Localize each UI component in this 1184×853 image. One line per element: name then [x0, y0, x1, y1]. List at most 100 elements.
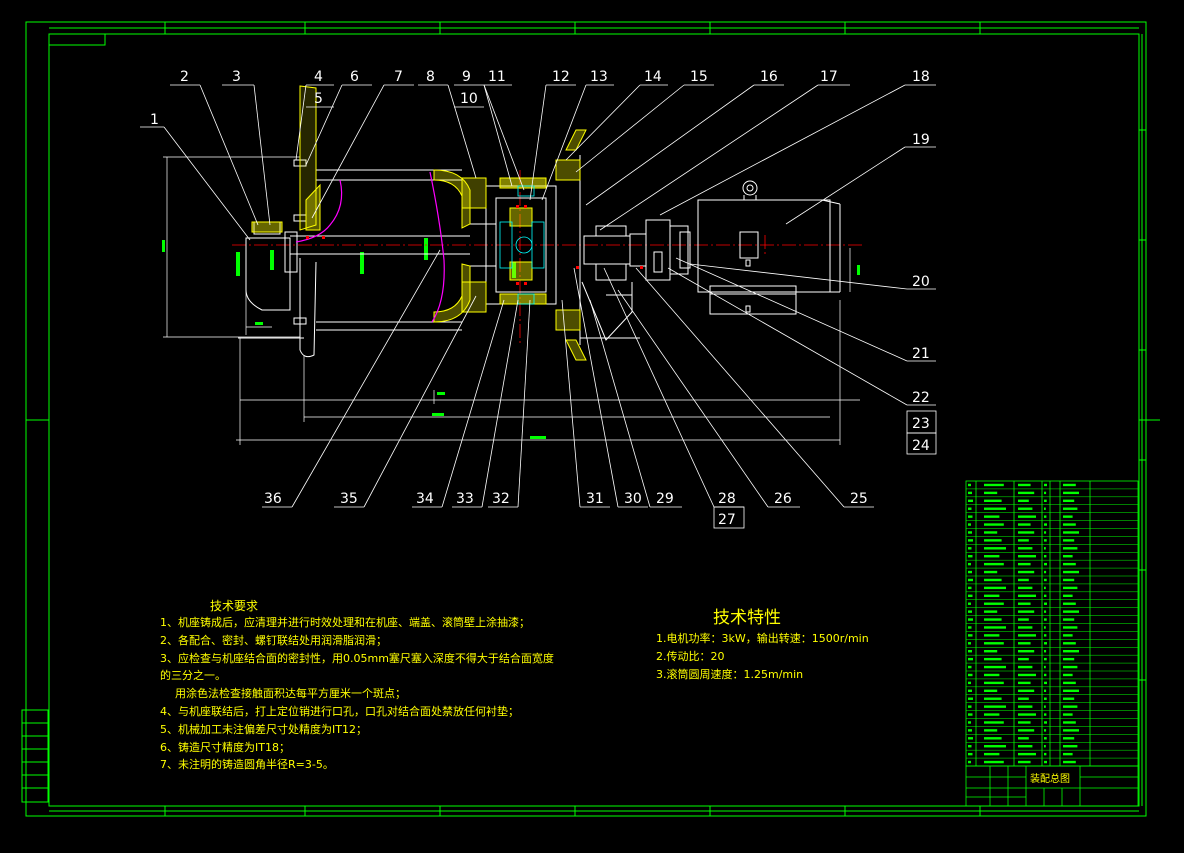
parts-list-entry-mark: [968, 626, 972, 629]
parts-list-entry-mark: [968, 689, 972, 693]
parts-list-entry-mark: [1018, 515, 1036, 518]
parts-list-entry-mark: [1044, 673, 1047, 677]
tech-requirement-6: 6、铸造尺寸精度为IT18；: [160, 741, 290, 754]
parts-list-entry-mark: [1044, 610, 1047, 613]
parts-list-entry-mark: [1063, 689, 1079, 693]
parts-list-entry-mark: [1044, 705, 1046, 708]
parts-list-entry-mark: [984, 515, 1000, 518]
section-hatching: [251, 85, 587, 361]
drawing-title: 装配总图: [1030, 774, 1070, 785]
parts-list-entry-mark: [1018, 523, 1031, 526]
parts-list-entry-mark: [968, 491, 972, 495]
parts-list-entry-mark: [1063, 578, 1075, 582]
balloon-7: 7: [394, 69, 403, 85]
parts-list-entry-mark: [1063, 713, 1073, 716]
tech-specs-title: 技术特性: [713, 608, 781, 628]
parts-list-entry-mark: [984, 721, 1004, 724]
parts-list-entry-mark: [968, 570, 972, 574]
parts-list-entry-mark: [1018, 594, 1036, 598]
parts-list-entry-mark: [984, 689, 998, 693]
parts-list-entry-mark: [984, 713, 1000, 716]
parts-list-entry-mark: [1044, 729, 1047, 732]
parts-list-entry-mark: [968, 650, 972, 653]
parts-list-entry-mark: [984, 539, 1002, 542]
parts-list-entry-mark: [968, 752, 973, 756]
balloon-14: 14: [644, 69, 662, 85]
parts-list-entry-mark: [1018, 547, 1033, 550]
parts-list-entry-mark: [1063, 570, 1079, 574]
parts-list-entry-mark: [968, 610, 972, 613]
parts-list-entry-mark: [1063, 697, 1075, 700]
parts-list-entry-mark: [1018, 713, 1036, 716]
parts-list-entry-mark: [1018, 626, 1033, 629]
parts-list-entry-mark: [984, 697, 1002, 700]
parts-list-entry-mark: [1044, 539, 1047, 542]
tech-requirement-4: 4、与机座联结后，打上定位销进行口孔，口孔对结合面处禁放任何衬垫；: [160, 705, 519, 718]
parts-list-entry-mark: [968, 642, 971, 645]
parts-list-entry-mark: [1063, 737, 1075, 740]
balloon-33: 33: [456, 491, 474, 507]
balloon-13: 13: [590, 69, 608, 85]
parts-list-entry-mark: [1018, 657, 1029, 661]
parts-list-entry-mark: [1018, 586, 1033, 590]
parts-list-entry-mark: [1044, 562, 1047, 566]
parts-list-entry-mark: [968, 594, 973, 598]
parts-list-entry-mark: [968, 657, 973, 661]
parts-list-entry-mark: [1044, 721, 1047, 724]
parts-list-entry-mark: [1044, 737, 1047, 740]
parts-list-entry-mark: [1063, 507, 1078, 510]
centerlines: [232, 170, 865, 345]
parts-list-entry-mark: [968, 562, 971, 566]
parts-list-entry-mark: [1044, 634, 1047, 637]
parts-list-entry-mark: [1044, 657, 1047, 661]
parts-list-entry-mark: [1063, 555, 1073, 558]
parts-list-entry-mark: [968, 705, 972, 708]
tech-spec-3: 3.滚筒圆周速度：1.25m/min: [656, 668, 804, 681]
parts-list-entry-mark: [1018, 634, 1036, 637]
parts-list-entry-mark: [984, 737, 1002, 740]
balloon-25: 25: [850, 491, 868, 507]
parts-list-entry-mark: [984, 681, 1004, 685]
parts-list-entry-mark: [984, 483, 1004, 487]
balloon-11: 11: [488, 69, 506, 85]
parts-list-entry-mark: [984, 594, 1000, 598]
parts-list-entry-mark: [968, 507, 972, 510]
tech-requirement-3-cont: 的三分之一。: [160, 669, 226, 682]
parts-list-entry-mark: [1018, 650, 1035, 653]
parts-list-entry-mark: [1044, 547, 1046, 550]
balloon-2: 2: [180, 69, 189, 85]
parts-list-entry-mark: [1063, 745, 1078, 748]
parts-list-entry-mark: [968, 745, 972, 748]
parts-list-entry-mark: [984, 673, 1000, 677]
balloon-18: 18: [912, 69, 930, 85]
parts-list-entry-mark: [1044, 626, 1046, 629]
parts-list-entry-mark: [1063, 673, 1073, 677]
parts-list-entry-mark: [1018, 618, 1029, 621]
parts-list-entry-mark: [1018, 499, 1029, 503]
parts-list-entry-mark: [1018, 737, 1029, 740]
parts-list-entry-mark: [1044, 499, 1047, 503]
parts-list-entry-mark: [1018, 602, 1031, 605]
balloon-20: 20: [912, 274, 930, 290]
balloon-9: 9: [462, 69, 471, 85]
tech-spec-2: 2.传动比：20: [656, 650, 725, 663]
parts-list-entry-mark: [1044, 515, 1047, 518]
parts-list-entry-mark: [1044, 578, 1047, 582]
parts-list-entry-mark: [984, 705, 1006, 708]
parts-list-entry-mark: [968, 483, 971, 487]
parts-list-entry-mark: [1044, 752, 1047, 756]
parts-list-entry-mark: [1018, 555, 1036, 558]
parts-list-entry-mark: [984, 570, 998, 574]
balloon-10: 10: [460, 91, 478, 107]
parts-list-entry-mark: [968, 602, 971, 605]
parts-list-entry-mark: [1018, 570, 1035, 574]
parts-list-entry-mark: [1044, 681, 1047, 685]
balloon-31: 31: [586, 491, 604, 507]
parts-list-entry-mark: [1018, 491, 1035, 495]
parts-list-entry-mark: [1018, 562, 1031, 566]
parts-list-entry-mark: [968, 618, 973, 621]
parts-list-entry-mark: [1044, 570, 1047, 574]
parts-list-entry-mark: [984, 752, 1000, 756]
parts-list-entry-mark: [1044, 507, 1046, 510]
parts-list-entry-mark: [1063, 562, 1076, 566]
